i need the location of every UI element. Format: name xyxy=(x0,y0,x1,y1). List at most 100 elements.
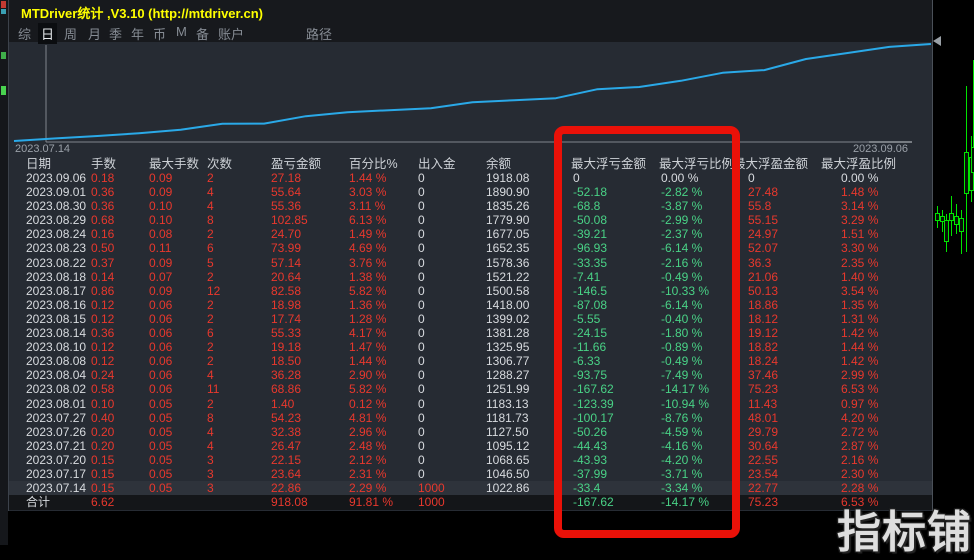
table-cell: 22.77 xyxy=(748,481,779,496)
table-cell: 2023.07.14 xyxy=(26,481,87,496)
menu-item-6[interactable]: 年 xyxy=(131,24,144,43)
table-cell: 0.24 xyxy=(91,368,115,383)
table-cell: 1325.95 xyxy=(486,340,530,355)
table-cell: 0 xyxy=(418,269,425,284)
table-cell: 0.10 xyxy=(149,199,173,214)
menu-item-8[interactable]: M xyxy=(176,24,187,39)
table-cell: 8 xyxy=(207,410,214,425)
table-cell: 3.03 % xyxy=(349,185,387,200)
panel-right-border xyxy=(932,0,933,511)
menu-item-2[interactable]: 日 xyxy=(38,23,58,44)
table-row: 2023.08.18 0.14 0.07 2 20.64 1.38 % 0 1521.22 -7… xyxy=(9,270,932,284)
table-cell: 22.15 xyxy=(271,452,302,467)
table-cell: 4.81 % xyxy=(349,410,387,425)
table-cell: 0.05 xyxy=(149,438,173,453)
table-cell: 0.05 xyxy=(149,452,173,467)
table-cell: 2023.08.10 xyxy=(26,340,87,355)
window-edge-strip xyxy=(0,0,8,545)
table-cell: 4 xyxy=(207,368,214,383)
table-cell: 26.47 xyxy=(271,438,302,453)
table-header-cell: 余额 xyxy=(486,157,512,171)
table-cell: 0 xyxy=(418,199,425,214)
table-cell: 0.12 % xyxy=(349,396,387,411)
table-cell: 19.18 xyxy=(271,340,302,355)
table-cell: 1399.02 xyxy=(486,311,530,326)
table-cell: 2023.07.17 xyxy=(26,466,87,481)
table-cell: 0.20 xyxy=(91,438,115,453)
table-cell: 3.76 % xyxy=(349,255,387,270)
table-cell: 18.50 xyxy=(271,354,302,369)
table-cell: 2023.08.23 xyxy=(26,241,87,256)
menu-item-9[interactable]: 备 xyxy=(196,24,209,43)
menu-item-4[interactable]: 月 xyxy=(88,24,101,43)
table-cell: 1.42 % xyxy=(841,326,879,341)
table-body: 2023.09.06 0.18 0.09 2 27.18 1.44 % 0 1918.08 0 0… xyxy=(9,171,932,496)
table-cell: 5.82 % xyxy=(349,382,387,397)
table-cell: 18.82 xyxy=(748,340,779,355)
table-row: 2023.08.22 0.37 0.09 5 57.14 3.76 % 0 1578.36 -3… xyxy=(9,256,932,270)
table-cell: 4 xyxy=(207,424,214,439)
table-cell: 2.28 % xyxy=(841,481,879,496)
table-cell: 55.8 xyxy=(748,199,772,214)
table-cell: 0.06 xyxy=(149,326,173,341)
table-cell: 0 xyxy=(418,297,425,312)
table-cell: 19.12 xyxy=(748,326,779,341)
table-row: 2023.08.29 0.68 0.10 8 102.85 6.13 % 0 1779.90-… xyxy=(9,213,932,227)
table-cell: 2 xyxy=(207,311,214,326)
table-cell: 0.05 xyxy=(149,481,173,496)
table-cell: 0.15 xyxy=(91,466,115,481)
table-cell: 22.86 xyxy=(271,481,302,496)
table-cell: 0.40 xyxy=(91,410,115,425)
table-cell: 3.30 % xyxy=(841,241,879,256)
table-row: 2023.07.17 0.15 0.05 3 23.64 2.31 % 0 1046.50 -3… xyxy=(9,467,932,481)
menu-item-5[interactable]: 季 xyxy=(109,24,122,43)
table-header-row: 日期 手数 最大手数 次数 盈亏金额 百分比% 出入金 余额 最大浮亏金额 最大浮亏比例 最大浮盈金… xyxy=(9,157,932,171)
menu-item-11[interactable]: 路径 xyxy=(306,24,332,43)
table-cell: 1381.28 xyxy=(486,326,530,341)
table-cell: 27.48 xyxy=(748,185,779,200)
table-cell: 4 xyxy=(207,438,214,453)
table-cell: 18.24 xyxy=(748,354,779,369)
table-cell: 2023.08.22 xyxy=(26,255,87,270)
panel-title: MTDriver统计 ,V3.10 (http://mtdriver.cn) xyxy=(21,6,263,21)
table-cell: 0.09 xyxy=(149,283,173,298)
table-cell: 24.97 xyxy=(748,227,779,242)
table-header-cell: 最大浮盈比例 xyxy=(821,157,897,171)
table-row: 2023.08.10 0.12 0.06 2 19.18 1.47 % 0 1325.95 -1… xyxy=(9,340,932,354)
table-cell: 0.18 xyxy=(91,171,115,185)
table-cell: 29.79 xyxy=(748,424,779,439)
panel-titlebar: MTDriver统计 ,V3.10 (http://mtdriver.cn) xyxy=(9,0,932,22)
table-cell: 0.12 xyxy=(91,297,115,312)
table-cell: 2023.08.29 xyxy=(26,213,87,228)
table-cell: 68.86 xyxy=(271,382,302,397)
menu-item-7[interactable]: 币 xyxy=(153,24,166,43)
table-cell: 1918.08 xyxy=(486,171,530,185)
table-cell: 3 xyxy=(207,452,214,467)
table-cell: 0 xyxy=(418,227,425,242)
table-cell: 1251.99 xyxy=(486,382,530,397)
table-cell: 1.40 % xyxy=(841,269,879,284)
edge-mark-teal xyxy=(1,9,6,14)
candlestick-wick xyxy=(961,210,962,254)
table-cell: 1181.73 xyxy=(486,410,529,425)
table-cell: 0.36 xyxy=(91,326,115,341)
table-cell: 2023.08.04 xyxy=(26,368,87,383)
table-cell: 1521.22 xyxy=(486,269,530,284)
chart-shift-arrow-icon xyxy=(933,36,941,46)
table-cell: 2023.08.16 xyxy=(26,297,87,312)
table-cell: 0 xyxy=(418,368,425,383)
menu-item-1[interactable]: 综 xyxy=(18,24,31,43)
table-cell: 2023.08.14 xyxy=(26,326,87,341)
table-cell: 0.06 xyxy=(149,354,173,369)
table-cell: 0 xyxy=(418,466,425,481)
table-cell: 75.23 xyxy=(748,495,779,509)
table-cell: 12 xyxy=(207,283,221,298)
table-cell: 11 xyxy=(207,382,220,397)
menu-item-3[interactable]: 周 xyxy=(64,24,77,43)
menu-item-10[interactable]: 账户 xyxy=(218,24,244,43)
table-cell: 17.74 xyxy=(271,311,302,326)
table-row: 2023.09.06 0.18 0.09 2 27.18 1.44 % 0 1918.08 0 0… xyxy=(9,171,932,185)
table-cell: 0.20 xyxy=(91,424,115,439)
table-cell: 合计 xyxy=(26,495,51,509)
table-row: 2023.07.21 0.20 0.05 4 26.47 2.48 % 0 1095.12 -4… xyxy=(9,439,932,453)
